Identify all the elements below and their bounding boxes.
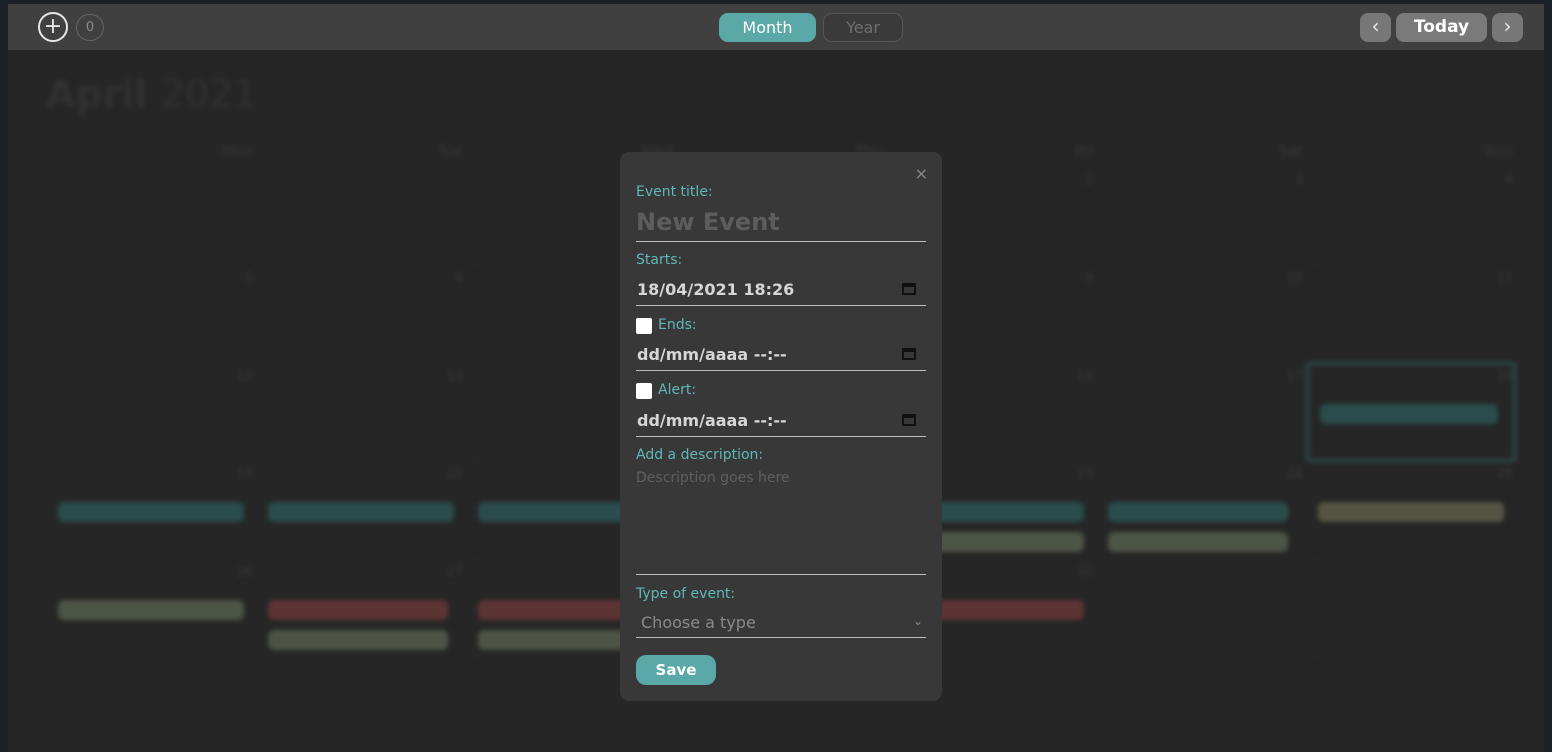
event-pill[interactable] xyxy=(1108,502,1288,522)
close-icon[interactable]: × xyxy=(915,164,928,183)
year-number: 2021 xyxy=(160,72,258,116)
event-pill[interactable] xyxy=(268,600,448,620)
ends-label: Ends: xyxy=(658,317,697,333)
day-number: 12 xyxy=(236,369,253,384)
next-month-button[interactable]: › xyxy=(1492,13,1523,42)
new-event-dialog: × Event title: New Event Starts: 18/04/2… xyxy=(620,152,942,701)
event-pill[interactable] xyxy=(58,502,244,522)
event-pill[interactable] xyxy=(1320,404,1498,424)
alert-checkbox[interactable] xyxy=(636,383,652,399)
day-number: 11 xyxy=(1496,271,1513,286)
event-title-input[interactable]: New Event xyxy=(636,208,926,242)
day-number: 24 xyxy=(1286,467,1303,482)
ends-checkbox[interactable] xyxy=(636,318,652,334)
day-number: 4 xyxy=(1504,173,1513,188)
description-label: Add a description: xyxy=(636,447,764,463)
day-number: 20 xyxy=(446,467,463,482)
day-cell[interactable]: 17 xyxy=(1103,362,1313,460)
event-type-value: Choose a type xyxy=(641,613,756,632)
day-number: 27 xyxy=(446,565,463,580)
event-type-label: Type of event: xyxy=(636,586,736,602)
description-placeholder: Description goes here xyxy=(636,470,790,486)
starts-datetime-input[interactable]: 18/04/2021 18:26 xyxy=(636,271,926,306)
weekday-label: Sun xyxy=(1484,142,1513,160)
day-number: 17 xyxy=(1286,369,1303,384)
event-pill[interactable] xyxy=(1108,532,1288,552)
day-cell[interactable] xyxy=(263,656,473,752)
day-number: 23 xyxy=(1076,467,1093,482)
day-cell[interactable]: 3 xyxy=(1103,166,1313,264)
chevron-down-icon: ⌄ xyxy=(912,614,923,628)
month-view-button[interactable]: Month xyxy=(719,13,816,42)
chevron-right-icon: › xyxy=(1503,14,1512,38)
calendar-app: + 0 Month Year ‹ Today › April 2021 Mon T… xyxy=(8,4,1544,752)
day-cell[interactable] xyxy=(263,166,473,264)
description-textarea[interactable]: Description goes here xyxy=(636,470,926,575)
weekday-label: Mon xyxy=(221,142,253,160)
event-pill[interactable] xyxy=(268,630,448,650)
event-pill[interactable] xyxy=(268,502,454,522)
calendar-icon[interactable] xyxy=(902,283,916,295)
month-title: April 2021 xyxy=(46,72,257,116)
day-cell[interactable]: 5 xyxy=(53,264,263,362)
day-number: 13 xyxy=(446,369,463,384)
event-pill[interactable] xyxy=(1318,502,1504,522)
add-event-button[interactable]: + xyxy=(38,12,68,42)
chevron-left-icon: ‹ xyxy=(1371,14,1380,38)
ends-datetime-input[interactable]: dd/mm/aaaa --:-- xyxy=(636,336,926,371)
alert-label: Alert: xyxy=(658,382,697,398)
day-cell[interactable]: 10 xyxy=(1103,264,1313,362)
day-cell[interactable]: 4 xyxy=(1313,166,1523,264)
calendar-icon[interactable] xyxy=(902,414,916,426)
starts-label: Starts: xyxy=(636,252,683,268)
day-number: 2 xyxy=(1084,173,1093,188)
day-cell[interactable]: 11 xyxy=(1313,264,1523,362)
day-cell[interactable] xyxy=(1103,656,1313,752)
day-number: 10 xyxy=(1286,271,1303,286)
day-cell[interactable] xyxy=(1313,558,1523,656)
day-cell[interactable]: 6 xyxy=(263,264,473,362)
day-number: 19 xyxy=(236,467,253,482)
weekday-label: Sat xyxy=(1278,142,1303,160)
day-number: 3 xyxy=(1294,173,1303,188)
day-cell[interactable]: 12 xyxy=(53,362,263,460)
save-button[interactable]: Save xyxy=(636,655,716,685)
event-count-badge: 0 xyxy=(76,14,104,41)
month-name: April xyxy=(46,72,148,116)
day-number: 26 xyxy=(236,565,253,580)
event-title-label: Event title: xyxy=(636,184,713,200)
weekday-label: Tue xyxy=(437,142,463,160)
previous-month-button[interactable]: ‹ xyxy=(1360,13,1391,42)
alert-value: dd/mm/aaaa --:-- xyxy=(637,411,787,430)
starts-value: 18/04/2021 18:26 xyxy=(637,280,795,299)
event-type-select[interactable]: Choose a type ⌄ xyxy=(636,610,926,638)
ends-value: dd/mm/aaaa --:-- xyxy=(637,345,787,364)
day-number: 30 xyxy=(1076,565,1093,580)
calendar-icon[interactable] xyxy=(902,348,916,360)
plus-icon: + xyxy=(43,14,63,39)
day-cell[interactable]: 13 xyxy=(263,362,473,460)
day-number: 9 xyxy=(1084,271,1093,286)
today-button[interactable]: Today xyxy=(1396,13,1487,42)
year-view-button[interactable]: Year xyxy=(823,13,903,42)
day-cell[interactable] xyxy=(53,656,263,752)
day-cell[interactable] xyxy=(53,166,263,264)
day-number: 16 xyxy=(1076,369,1093,384)
top-toolbar: + 0 Month Year ‹ Today › xyxy=(8,4,1544,50)
day-number: 25 xyxy=(1496,467,1513,482)
day-cell[interactable] xyxy=(1313,656,1523,752)
day-number: 5 xyxy=(244,271,253,286)
day-number: 6 xyxy=(454,271,463,286)
event-pill[interactable] xyxy=(58,600,244,620)
day-cell[interactable] xyxy=(1103,558,1313,656)
alert-datetime-input[interactable]: dd/mm/aaaa --:-- xyxy=(636,402,926,437)
